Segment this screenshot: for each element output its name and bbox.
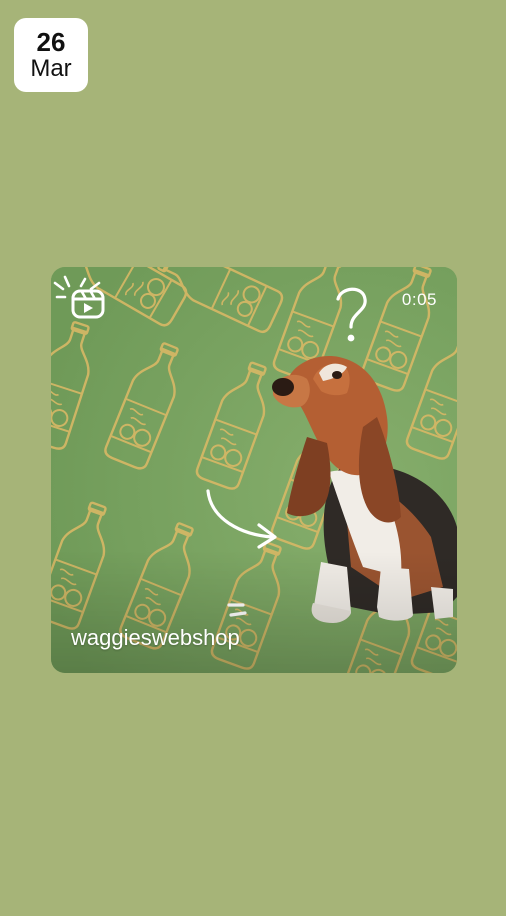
date-badge: 26 Mar [14,18,88,92]
date-day: 26 [36,26,66,57]
reels-icon [53,275,105,319]
video-duration: 0:05 [401,290,437,309]
date-month: Mar [30,55,72,83]
post-username[interactable]: waggieswebshop [71,625,240,651]
reel-post-thumbnail[interactable]: 0:05 waggieswebshop [51,267,457,673]
post-image [51,267,457,673]
